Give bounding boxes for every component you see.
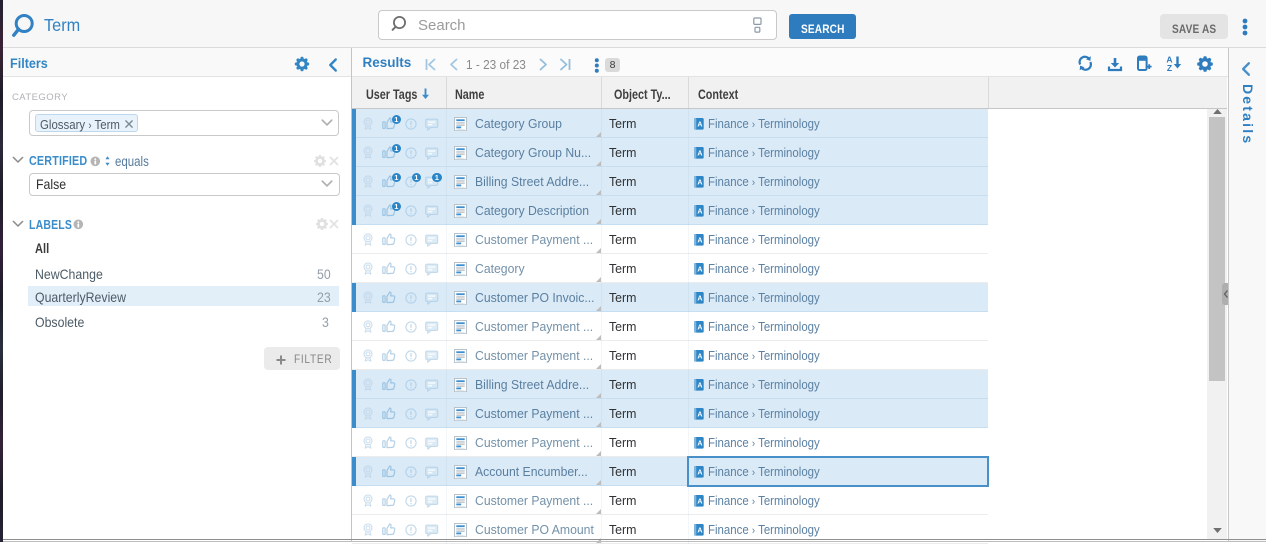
svg-text:A: A bbox=[697, 325, 702, 332]
svg-text:A: A bbox=[697, 238, 702, 245]
svg-text:A: A bbox=[697, 528, 702, 535]
svg-text:A: A bbox=[697, 267, 702, 274]
svg-text:A: A bbox=[697, 412, 702, 419]
svg-text:A: A bbox=[697, 209, 702, 216]
svg-text:A: A bbox=[697, 180, 702, 187]
svg-text:A: A bbox=[697, 499, 702, 506]
svg-text:A: A bbox=[697, 441, 702, 448]
svg-text:A: A bbox=[697, 354, 702, 361]
svg-text:Z: Z bbox=[1167, 63, 1172, 72]
svg-text:A: A bbox=[697, 122, 702, 129]
svg-text:A: A bbox=[697, 151, 702, 158]
svg-text:A: A bbox=[697, 296, 702, 303]
svg-text:A: A bbox=[697, 383, 702, 390]
